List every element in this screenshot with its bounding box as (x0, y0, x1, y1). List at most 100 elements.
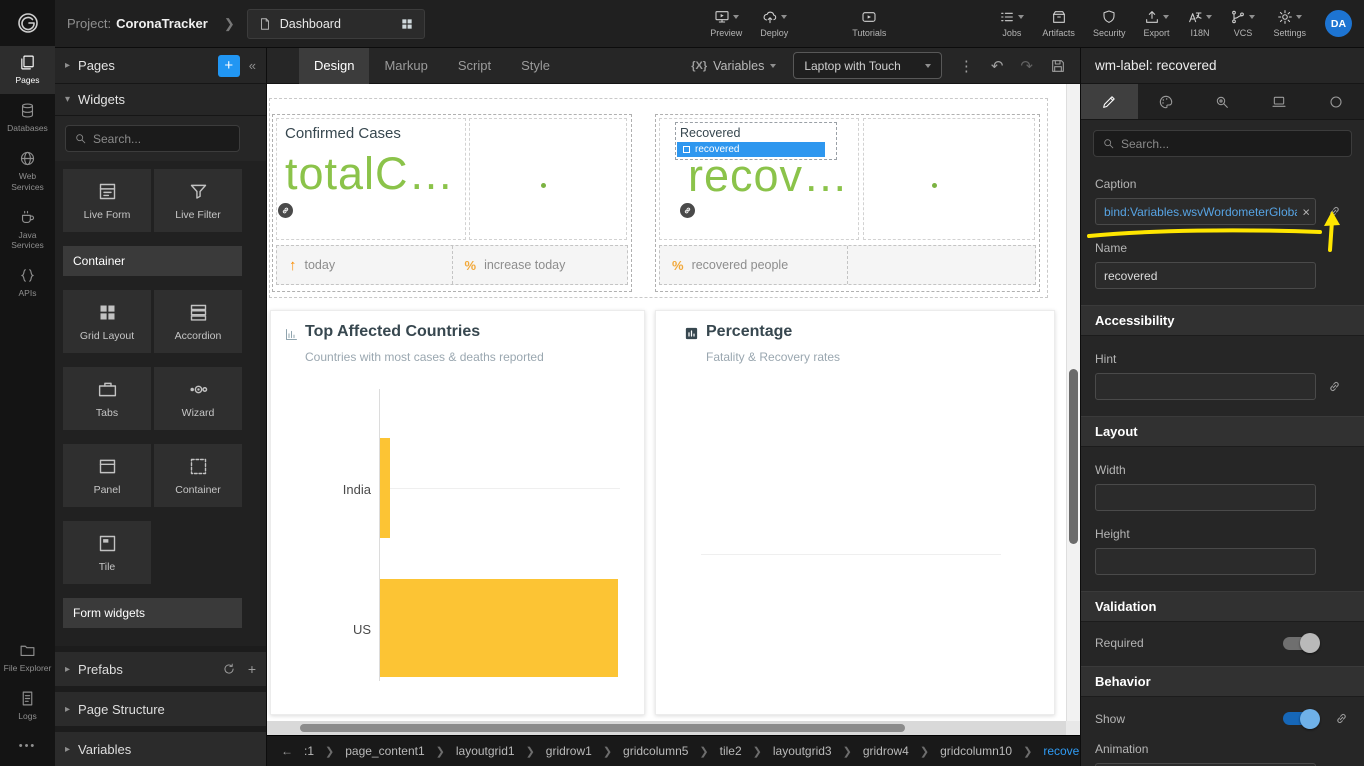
card-top-affected-countries[interactable]: Top Affected Countries Countries with mo… (270, 310, 645, 715)
widgets-accordion-header[interactable]: ▾ Widgets (55, 84, 266, 116)
breadcrumb-item[interactable]: gridcolumn5 (623, 744, 688, 758)
breadcrumb-item[interactable]: layoutgrid1 (456, 744, 515, 758)
tab-script[interactable]: Script (443, 48, 506, 84)
hint-input[interactable] (1095, 373, 1316, 400)
tile-confirmed-cases[interactable]: Confirmed Cases totalC… ↑ today % (272, 114, 632, 292)
tab-device[interactable] (1251, 84, 1308, 119)
deploy-button[interactable]: Deploy (751, 9, 797, 38)
confirmed-cases-value[interactable]: totalC… (285, 151, 455, 196)
artifacts-button[interactable]: Artifacts (1033, 9, 1084, 38)
widget-container[interactable]: Container (154, 444, 242, 507)
horizontal-scrollbar[interactable] (267, 721, 1066, 735)
rail-item-file-explorer[interactable]: File Explorer (0, 634, 55, 682)
tab-design[interactable]: Design (299, 48, 369, 84)
widget-tabs[interactable]: Tabs (63, 367, 151, 430)
tab-style[interactable]: Style (506, 48, 565, 84)
widget-wizard[interactable]: Wizard (154, 367, 242, 430)
more-vertical-icon[interactable]: ⋮ (959, 57, 974, 75)
breadcrumb-item[interactable]: gridrow4 (863, 744, 909, 758)
prefabs-accordion[interactable]: ▸ Prefabs + (55, 652, 266, 686)
breadcrumb-item[interactable]: layoutgrid3 (773, 744, 832, 758)
widget-live-form[interactable]: Live Form (63, 169, 151, 232)
add-page-button[interactable]: + (218, 55, 240, 77)
increase-today-stat[interactable]: % increase today (452, 246, 628, 284)
today-stat[interactable]: ↑ today (277, 246, 452, 284)
tab-styles[interactable] (1138, 84, 1195, 119)
name-input[interactable] (1095, 262, 1316, 289)
breadcrumb-item[interactable]: tile2 (720, 744, 742, 758)
recovered-caption[interactable]: Recovered (680, 126, 740, 140)
more-ellipsis-icon[interactable]: ••• (0, 730, 55, 766)
height-input[interactable] (1095, 548, 1316, 575)
chevron-right-icon[interactable]: ❯ (224, 16, 235, 32)
widget-search-input[interactable] (93, 132, 231, 146)
page-tab-dashboard[interactable]: Dashboard (247, 9, 425, 39)
app-logo-icon[interactable] (0, 0, 55, 46)
dashboard-grid-icon[interactable] (400, 17, 414, 31)
add-prefab-icon[interactable]: + (248, 661, 256, 677)
user-avatar[interactable]: DA (1325, 10, 1352, 37)
i18n-button[interactable]: I18N (1178, 9, 1221, 38)
bind-hint-link-icon[interactable] (1327, 379, 1343, 394)
caption-input[interactable] (1095, 198, 1316, 225)
pages-accordion-header[interactable]: ▸ Pages + « (55, 48, 266, 84)
rail-item-web-services[interactable]: Web Services (0, 142, 55, 200)
security-button[interactable]: Security (1084, 9, 1135, 38)
width-input[interactable] (1095, 484, 1316, 511)
rail-item-pages[interactable]: Pages (0, 46, 55, 94)
tile-recovered[interactable]: Recovered recovered recov… % (655, 114, 1040, 292)
chart-icon (284, 327, 299, 342)
settings-button[interactable]: Settings (1264, 9, 1315, 38)
widget-live-filter[interactable]: Live Filter (154, 169, 242, 232)
tab-events[interactable] (1307, 84, 1364, 119)
clear-binding-icon[interactable]: × (1302, 205, 1310, 218)
widget-panel[interactable]: Panel (63, 444, 151, 507)
rail-item-java-services[interactable]: Java Services (0, 201, 55, 259)
widget-grid-layout[interactable]: Grid Layout (63, 290, 151, 353)
bind-caption-link-icon[interactable] (1327, 204, 1343, 219)
device-selector[interactable]: Laptop with Touch (793, 52, 942, 79)
widget-search-box[interactable] (65, 125, 240, 152)
widget-accordion[interactable]: Accordion (154, 290, 242, 353)
variables-button[interactable]: {X} Variables (691, 59, 776, 73)
tab-properties[interactable] (1081, 84, 1138, 119)
vcs-button[interactable]: VCS (1221, 9, 1264, 38)
export-button[interactable]: Export (1134, 9, 1178, 38)
card-percentage[interactable]: Percentage Fatality & Recovery rates (655, 310, 1055, 715)
design-canvas[interactable]: Confirmed Cases totalC… ↑ today % (267, 84, 1066, 721)
rail-item-apis[interactable]: APIs (0, 259, 55, 307)
horizontal-scroll-thumb[interactable] (300, 724, 905, 732)
redo-icon[interactable]: ↷ (1020, 57, 1033, 75)
chevron-down-icon (1296, 15, 1302, 19)
required-toggle[interactable] (1283, 637, 1317, 650)
recovered-people-stat[interactable]: % recovered people (660, 246, 847, 284)
property-search-box[interactable] (1093, 130, 1352, 157)
breadcrumb-item[interactable]: :1 (304, 744, 314, 758)
save-icon[interactable] (1050, 58, 1066, 74)
rail-item-logs[interactable]: Logs (0, 682, 55, 730)
page-structure-accordion[interactable]: ▸ Page Structure (55, 692, 266, 726)
tab-markup[interactable]: Markup (369, 48, 442, 84)
jobs-button[interactable]: Jobs (990, 9, 1033, 38)
tab-inspect[interactable] (1194, 84, 1251, 119)
confirmed-cases-caption[interactable]: Confirmed Cases (285, 125, 401, 142)
variables-icon: {X} (691, 60, 707, 72)
undo-icon[interactable]: ↶ (991, 57, 1004, 75)
breadcrumb-item[interactable]: gridrow1 (546, 744, 592, 758)
vertical-scroll-thumb[interactable] (1069, 369, 1078, 544)
widget-tile[interactable]: Tile (63, 521, 151, 584)
bind-show-link-icon[interactable] (1334, 711, 1350, 726)
tutorials-button[interactable]: Tutorials (843, 9, 895, 38)
recovered-value[interactable]: recov… (688, 153, 849, 198)
vertical-scrollbar[interactable] (1066, 84, 1080, 721)
collapse-panel-icon[interactable]: « (249, 58, 256, 73)
preview-button[interactable]: Preview (701, 9, 751, 38)
show-toggle[interactable] (1283, 712, 1317, 725)
rail-item-databases[interactable]: Databases (0, 94, 55, 142)
breadcrumb-back-icon[interactable]: ← (281, 744, 293, 758)
variables-accordion[interactable]: ▸ Variables (55, 732, 266, 766)
property-search-input[interactable] (1121, 137, 1343, 151)
refresh-icon[interactable] (222, 662, 236, 676)
breadcrumb-item[interactable]: page_content1 (345, 744, 424, 758)
breadcrumb-item[interactable]: gridcolumn10 (940, 744, 1012, 758)
